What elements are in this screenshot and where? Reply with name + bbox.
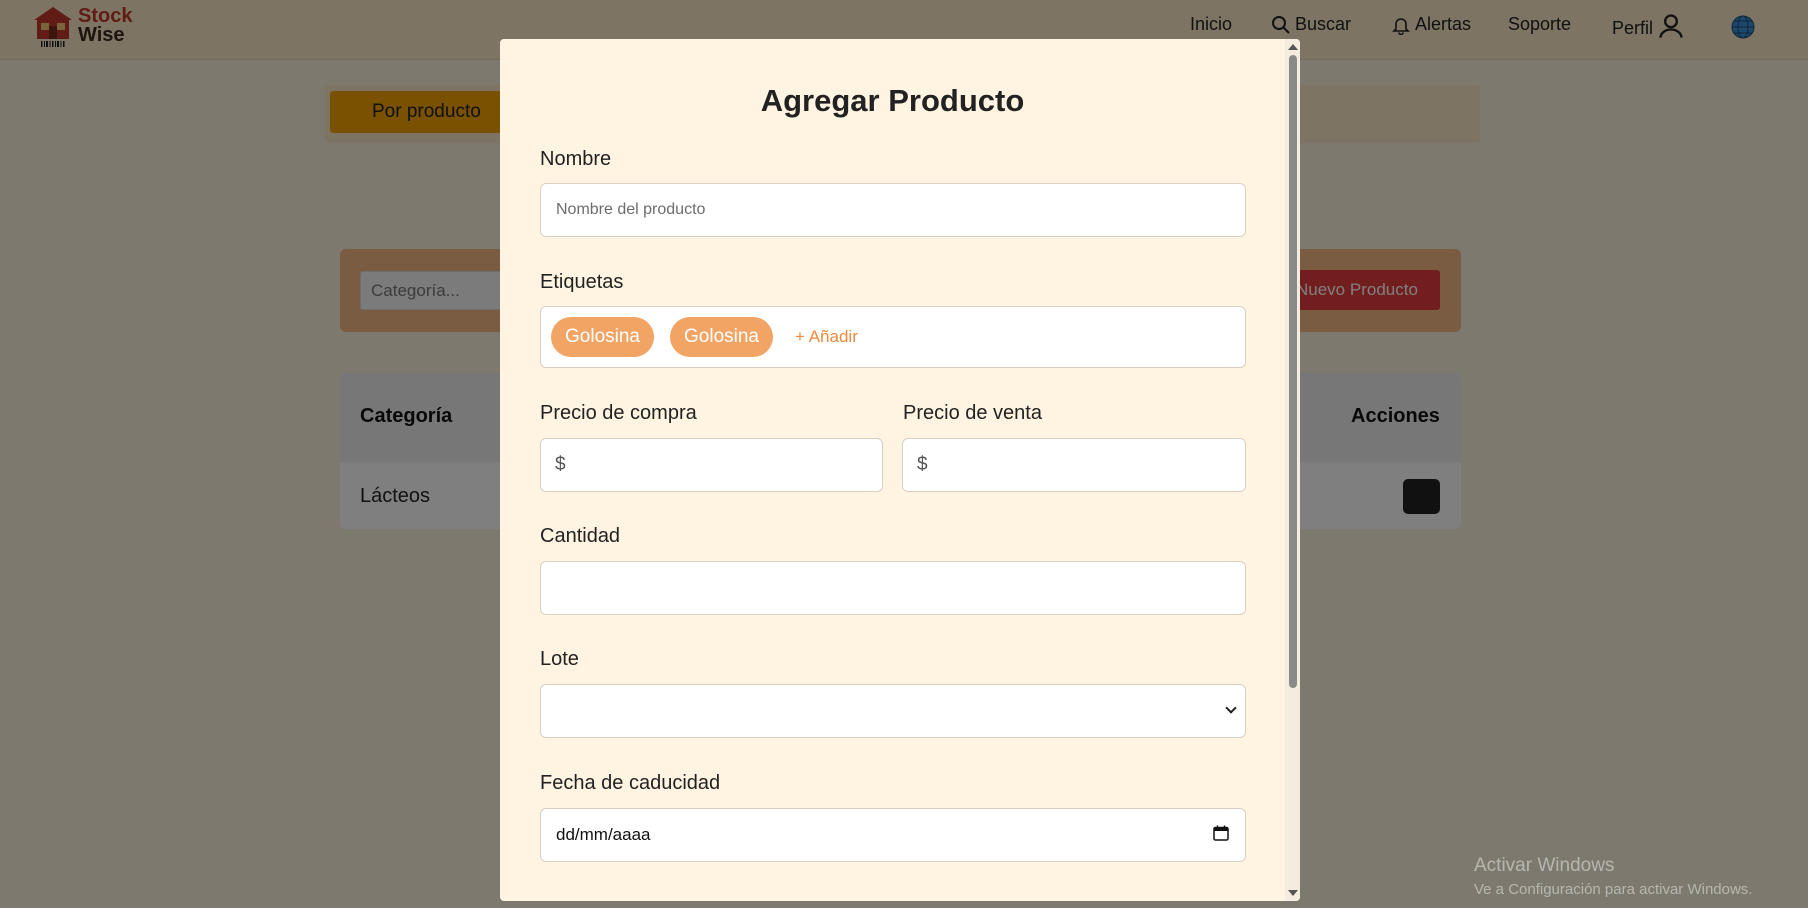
modal-scrollbar[interactable] bbox=[1285, 39, 1300, 901]
precio-compra-input[interactable]: $ bbox=[540, 438, 883, 492]
nombre-input[interactable]: Nombre del producto bbox=[540, 183, 1246, 237]
fecha-caducidad-input[interactable]: dd/mm/aaaa bbox=[540, 808, 1246, 862]
nombre-label: Nombre bbox=[540, 148, 612, 170]
currency-prefix: $ bbox=[917, 454, 928, 475]
precio-venta-label: Precio de venta bbox=[903, 402, 1042, 424]
add-tag-link[interactable]: + Añadir bbox=[795, 327, 858, 347]
precio-compra-label: Precio de compra bbox=[540, 402, 697, 424]
nombre-placeholder: Nombre del producto bbox=[556, 201, 706, 218]
lote-select[interactable] bbox=[540, 684, 1246, 738]
etiquetas-label: Etiquetas bbox=[540, 271, 624, 293]
precio-venta-input[interactable]: $ bbox=[902, 438, 1246, 492]
scroll-down-arrow-icon[interactable] bbox=[1288, 890, 1298, 896]
scroll-up-arrow-icon[interactable] bbox=[1288, 44, 1298, 50]
tag-chip[interactable]: Golosina bbox=[551, 317, 654, 357]
watermark-title: Activar Windows bbox=[1474, 855, 1615, 876]
etiquetas-field[interactable]: Golosina Golosina + Añadir bbox=[540, 306, 1246, 368]
scrollbar-thumb[interactable] bbox=[1289, 55, 1297, 688]
modal-title: Agregar Producto bbox=[760, 83, 1025, 118]
date-placeholder: dd/mm/aaaa bbox=[556, 825, 651, 844]
calendar-icon[interactable] bbox=[1213, 825, 1229, 841]
tag-chip[interactable]: Golosina bbox=[670, 317, 773, 357]
cantidad-label: Cantidad bbox=[540, 525, 621, 547]
fecha-caducidad-label: Fecha de caducidad bbox=[540, 772, 721, 794]
windows-activation-watermark: Activar Windows Ve a Configuración para … bbox=[1474, 855, 1752, 898]
currency-prefix: $ bbox=[555, 454, 566, 475]
watermark-subtitle: Ve a Configuración para activar Windows. bbox=[1474, 881, 1753, 898]
lote-label: Lote bbox=[540, 648, 579, 670]
add-product-modal: Agregar Producto Nombre Nombre del produ… bbox=[500, 39, 1300, 901]
chevron-down-icon bbox=[1225, 702, 1237, 714]
cantidad-input[interactable] bbox=[540, 561, 1246, 615]
